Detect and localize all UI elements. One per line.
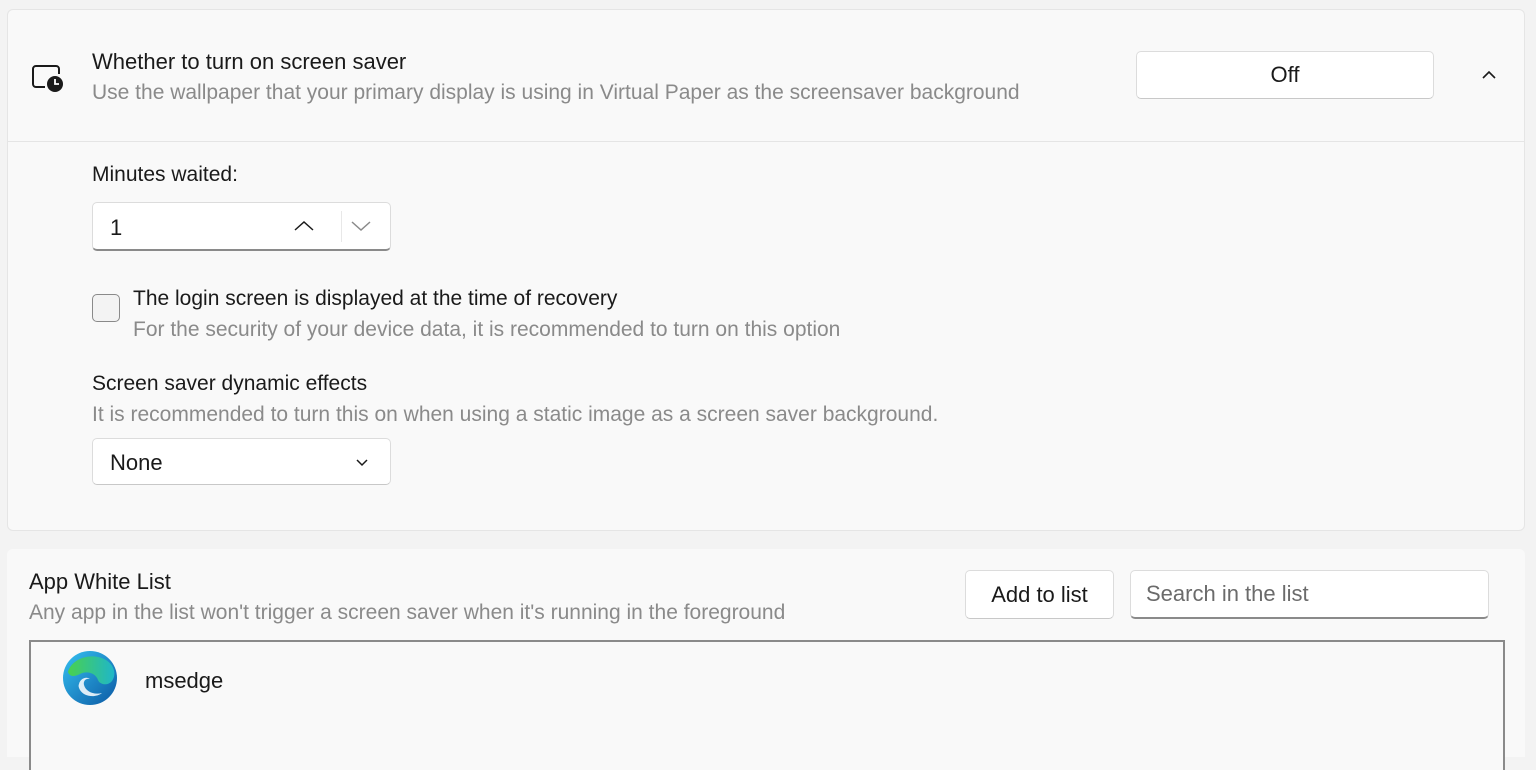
login-screen-checkbox[interactable] xyxy=(92,294,120,322)
screensaver-card: Whether to turn on screen saver Use the … xyxy=(7,9,1525,531)
screensaver-description: Use the wallpaper that your primary disp… xyxy=(92,81,1020,104)
chevron-up-icon[interactable] xyxy=(1480,68,1498,82)
whitelist-description: Any app in the list won't trigger a scre… xyxy=(29,601,786,624)
edge-browser-icon xyxy=(63,651,117,705)
stepper-divider xyxy=(341,211,342,242)
minutes-value[interactable]: 1 xyxy=(110,215,122,241)
login-option-description: For the security of your device data, it… xyxy=(133,318,841,341)
app-name: msedge xyxy=(145,668,224,693)
search-input[interactable] xyxy=(1130,570,1489,619)
whitelist-card: App White List Any app in the list won't… xyxy=(7,549,1525,770)
minutes-stepper[interactable]: 1 xyxy=(92,202,391,251)
chevron-down-icon[interactable] xyxy=(349,218,373,234)
screensaver-toggle-button[interactable]: Off xyxy=(1136,51,1434,99)
screensaver-header[interactable]: Whether to turn on screen saver Use the … xyxy=(8,10,1524,142)
login-option-label[interactable]: The login screen is displayed at the tim… xyxy=(133,287,617,311)
minutes-label: Minutes waited: xyxy=(92,163,238,186)
dynamic-effects-label: Screen saver dynamic effects xyxy=(92,372,368,395)
chevron-up-icon[interactable] xyxy=(292,218,316,234)
whitelist-list[interactable]: msedge xyxy=(29,640,1505,770)
list-item[interactable]: msedge xyxy=(31,642,1503,722)
whitelist-title: App White List xyxy=(29,569,171,594)
chevron-down-icon xyxy=(356,459,368,467)
dynamic-effects-value: None xyxy=(110,450,163,475)
screen-clock-icon xyxy=(32,65,63,92)
dynamic-effects-description: It is recommended to turn this on when u… xyxy=(92,403,939,426)
add-to-list-button[interactable]: Add to list xyxy=(965,570,1114,619)
dynamic-effects-dropdown[interactable]: None xyxy=(92,438,391,485)
screensaver-title: Whether to turn on screen saver xyxy=(92,49,407,74)
